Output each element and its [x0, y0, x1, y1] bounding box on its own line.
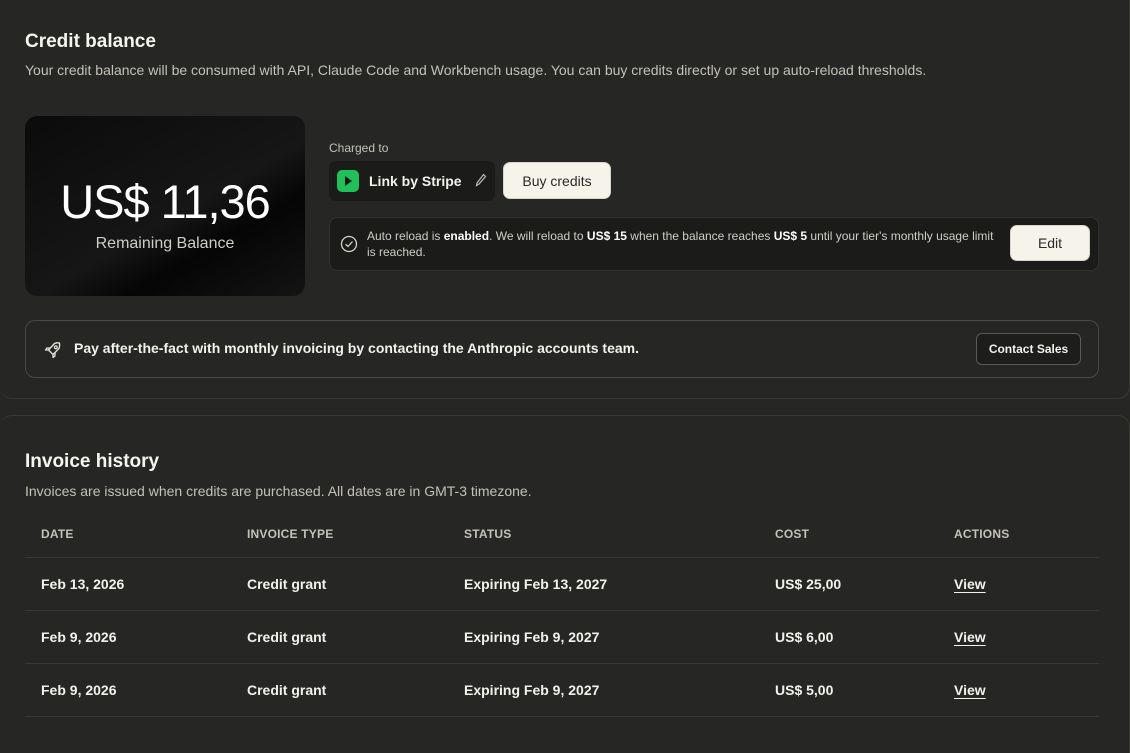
edit-auto-reload-button[interactable]: Edit [1010, 225, 1090, 261]
invoice-date: Feb 9, 2026 [41, 682, 117, 698]
auto-reload-text: Auto reload is enabled. We will reload t… [367, 229, 994, 259]
column-header-date: DATE [41, 527, 74, 541]
credit-balance-title: Credit balance [25, 31, 156, 52]
invoice-cost: US$ 5,00 [775, 682, 834, 698]
invoicing-text: Pay after-the-fact with monthly invoicin… [74, 340, 639, 356]
table-row: Feb 13, 2026 Credit grant Expiring Feb 1… [25, 558, 1099, 611]
view-invoice-link[interactable]: View [954, 576, 986, 592]
invoice-type: Credit grant [247, 629, 327, 645]
invoice-table: DATE INVOICE TYPE STATUS COST ACTIONS Fe… [25, 508, 1099, 717]
pencil-icon[interactable] [475, 173, 487, 190]
column-header-status: STATUS [464, 527, 512, 541]
invoice-date: Feb 9, 2026 [41, 629, 117, 645]
column-header-invoice-type: INVOICE TYPE [247, 527, 334, 541]
invoice-type: Credit grant [247, 576, 327, 592]
table-header: DATE INVOICE TYPE STATUS COST ACTIONS [25, 508, 1099, 558]
column-header-cost: COST [775, 527, 810, 541]
invoice-cost: US$ 25,00 [775, 576, 842, 592]
invoice-status: Expiring Feb 9, 2027 [464, 682, 600, 698]
balance-display: US$ 11,36 Remaining Balance [25, 116, 305, 296]
invoice-history-title: Invoice history [25, 451, 160, 472]
check-circle-icon [340, 235, 358, 253]
table-row: Feb 9, 2026 Credit grant Expiring Feb 9,… [25, 664, 1099, 717]
table-row: Feb 9, 2026 Credit grant Expiring Feb 9,… [25, 611, 1099, 664]
column-header-actions: ACTIONS [954, 527, 1010, 541]
auto-reload-banner: Auto reload is enabled. We will reload t… [329, 217, 1099, 271]
contact-sales-button[interactable]: Contact Sales [976, 333, 1081, 365]
rocket-icon [44, 342, 61, 359]
view-invoice-link[interactable]: View [954, 629, 986, 645]
view-invoice-link[interactable]: View [954, 682, 986, 698]
charged-to-label: Charged to [329, 141, 389, 155]
invoice-status: Expiring Feb 9, 2027 [464, 629, 600, 645]
buy-credits-button[interactable]: Buy credits [503, 162, 611, 199]
invoicing-banner: Pay after-the-fact with monthly invoicin… [25, 320, 1099, 378]
invoice-status: Expiring Feb 13, 2027 [464, 576, 608, 592]
payment-method-label: Link by Stripe [369, 173, 462, 189]
stripe-logo-icon [337, 170, 359, 192]
payment-method-selector[interactable]: Link by Stripe [329, 161, 495, 201]
balance-amount: US$ 11,36 [60, 175, 271, 228]
invoice-date: Feb 13, 2026 [41, 576, 125, 592]
balance-label: Remaining Balance [95, 235, 235, 252]
invoice-history-subtitle: Invoices are issued when credits are pur… [25, 483, 532, 499]
invoice-cost: US$ 6,00 [775, 629, 834, 645]
invoice-type: Credit grant [247, 682, 327, 698]
credit-balance-subtitle: Your credit balance will be consumed wit… [25, 62, 927, 78]
